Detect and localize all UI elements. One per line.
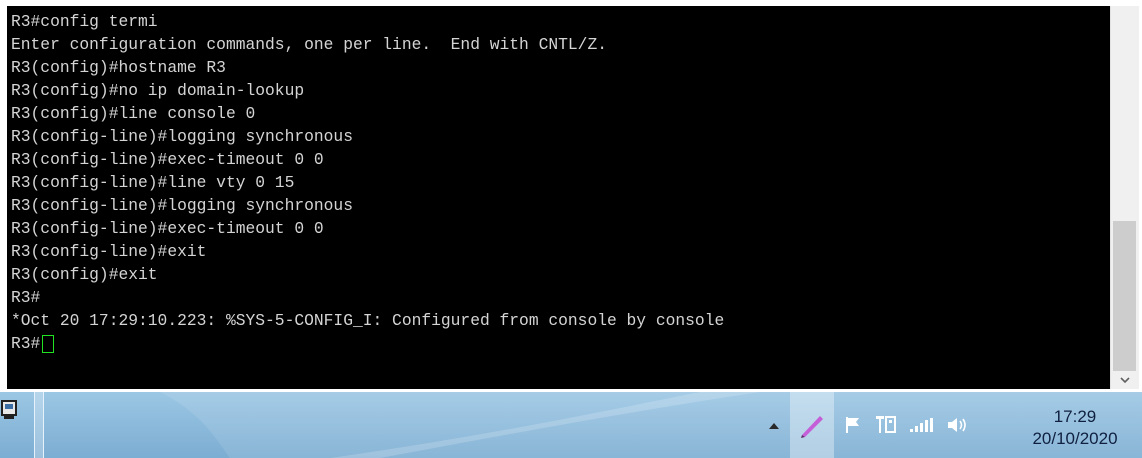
terminal-line: R3(config)#line console 0 — [11, 104, 256, 123]
tray-signal[interactable] — [906, 392, 938, 458]
vertical-scrollbar[interactable] — [1110, 6, 1139, 389]
app-icon[interactable] — [0, 398, 28, 424]
tray-volume[interactable] — [942, 392, 972, 458]
action-center-flag-icon — [846, 417, 859, 433]
terminal-line: *Oct 20 17:29:10.223: %SYS-5-CONFIG_I: C… — [11, 311, 725, 330]
terminal-line: R3(config-line)#logging synchronous — [11, 127, 353, 146]
terminal-line: R3# — [11, 288, 41, 307]
terminal-line: R3(config)#no ip domain-lookup — [11, 81, 305, 100]
terminal-line: R3(config-line)#logging synchronous — [11, 196, 353, 215]
scrollbar-thumb[interactable] — [1113, 221, 1136, 371]
terminal-line: R3(config-line)#line vty 0 15 — [11, 173, 295, 192]
clock-time: 17:29 — [1053, 407, 1097, 426]
terminal-line: R3#config termi — [11, 12, 158, 31]
taskbar: 17:29 20/10/2020 — [0, 392, 1142, 458]
show-hidden-icons-button[interactable] — [760, 392, 788, 458]
tray-pen-button[interactable] — [790, 392, 834, 458]
tray-network-adapter[interactable] — [872, 392, 900, 458]
terminal-line: R3(config)#hostname R3 — [11, 58, 226, 77]
terminal-window[interactable]: R3#config termi Enter configuration comm… — [0, 0, 1142, 392]
signal-strength-icon — [910, 418, 933, 432]
system-tray: 17:29 20/10/2020 — [760, 392, 1142, 458]
network-adapter-icon — [876, 416, 896, 433]
terminal-line: R3(config-line)#exec-timeout 0 0 — [11, 219, 324, 238]
terminal-line: R3(config)#exit — [11, 265, 158, 284]
volume-icon — [948, 418, 966, 432]
pen-icon — [801, 416, 823, 438]
tray-clock[interactable]: 17:29 20/10/2020 — [1010, 406, 1140, 450]
scroll-down-button[interactable] — [1111, 371, 1139, 389]
text-cursor — [42, 334, 55, 353]
terminal-prompt: R3# — [11, 334, 41, 353]
terminal-line: R3(config-line)#exit — [11, 242, 207, 261]
terminal-line: Enter configuration commands, one per li… — [11, 35, 607, 54]
terminal-lines: R3#config termi Enter configuration comm… — [11, 10, 724, 355]
terminal-prompt-line[interactable]: R3# — [11, 332, 724, 355]
tray-action-center[interactable] — [840, 392, 866, 458]
show-hidden-icons-arrow-icon — [769, 422, 779, 429]
clock-date: 20/10/2020 — [1032, 429, 1118, 448]
terminal-output[interactable]: R3#config termi Enter configuration comm… — [7, 6, 1110, 389]
chevron-down-icon — [1120, 376, 1130, 383]
terminal-line: R3(config-line)#exec-timeout 0 0 — [11, 150, 324, 169]
taskbar-app-button[interactable] — [34, 392, 44, 458]
